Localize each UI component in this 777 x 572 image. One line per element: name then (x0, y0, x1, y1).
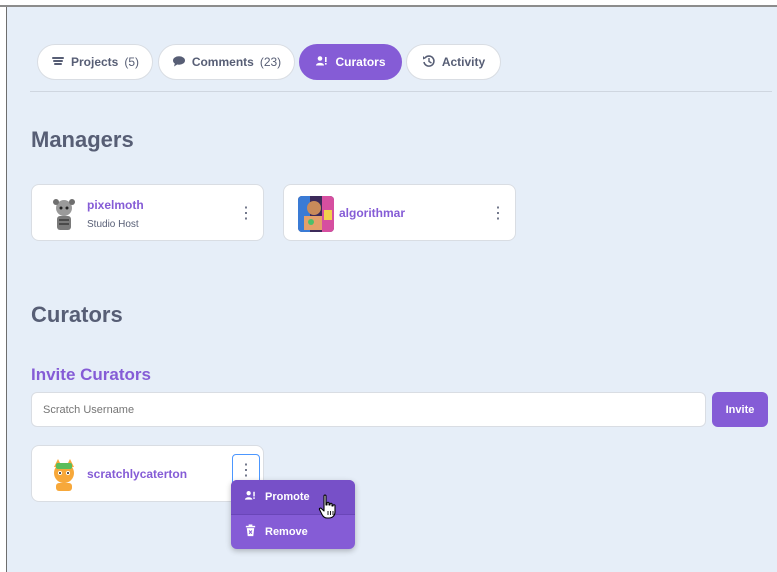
remove-label: Remove (265, 526, 308, 538)
more-options-button[interactable]: ⋮ (232, 198, 260, 228)
kebab-icon: ⋮ (490, 205, 506, 222)
username-input[interactable] (31, 392, 706, 427)
avatar[interactable] (298, 196, 334, 232)
tab-label: Comments (191, 55, 254, 69)
promote-label: Promote (265, 491, 310, 503)
curators-heading: Curators (31, 302, 123, 327)
manager-card: pixelmoth Studio Host ⋮ (31, 184, 264, 241)
username-link[interactable]: scratchlycaterton (87, 467, 187, 481)
kebab-icon: ⋮ (238, 205, 254, 222)
hand-pointer-cursor-icon (318, 494, 340, 520)
curator-card: scratchlycaterton ⋮ (31, 445, 264, 502)
role-label: Studio Host (87, 219, 139, 230)
username-link[interactable]: pixelmoth (87, 198, 144, 212)
tab-projects[interactable]: Projects (5) (37, 44, 153, 80)
tab-label: Curators (335, 55, 386, 69)
projects-icon (51, 54, 65, 71)
promote-icon (244, 489, 257, 505)
avatar[interactable] (46, 196, 82, 232)
avatar[interactable] (46, 457, 82, 493)
tab-label: Projects (70, 55, 119, 69)
managers-heading: Managers (31, 127, 134, 152)
manager-card: algorithmar ⋮ (283, 184, 516, 241)
username-link[interactable]: algorithmar (339, 206, 405, 220)
tab-comments[interactable]: Comments (23) (158, 44, 295, 80)
tab-count: (23) (259, 55, 282, 69)
window-top-edge (0, 0, 777, 7)
invite-curators-heading: Invite Curators (31, 365, 151, 384)
history-icon (422, 54, 436, 71)
more-options-button[interactable]: ⋮ (484, 198, 512, 228)
remove-menu-item[interactable]: Remove (231, 515, 355, 549)
tab-label: Activity (441, 55, 486, 69)
invite-button[interactable]: Invite (712, 392, 768, 427)
tab-curators[interactable]: Curators (299, 44, 402, 80)
kebab-icon: ⋮ (238, 462, 254, 479)
studio-tabs: Projects (5) Comments (23) Curators Activi… (30, 36, 772, 92)
trash-icon (244, 524, 257, 540)
curators-icon (315, 54, 329, 71)
comment-icon (172, 54, 186, 71)
tab-count: (5) (124, 55, 140, 69)
tab-activity[interactable]: Activity (406, 44, 501, 80)
